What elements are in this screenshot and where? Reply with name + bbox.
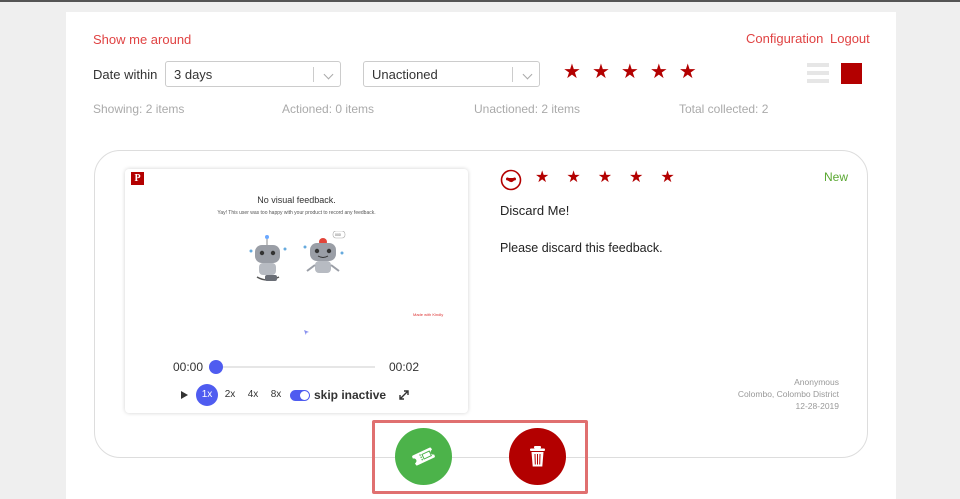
date-within-label: Date within bbox=[93, 67, 158, 82]
current-time: 00:00 bbox=[173, 360, 204, 374]
mark-actioned-button[interactable] bbox=[395, 428, 452, 485]
player-watermark: Made with Kindly bbox=[413, 312, 444, 317]
date-range-select[interactable]: 3 days bbox=[165, 61, 341, 87]
total-time: 00:02 bbox=[389, 360, 420, 374]
status-select[interactable]: Unactioned bbox=[363, 61, 540, 87]
star-icon[interactable]: ★ bbox=[679, 62, 697, 82]
feedback-title: Discard Me! bbox=[500, 203, 570, 218]
select-divider bbox=[512, 67, 513, 82]
star-icon[interactable]: ★ bbox=[621, 62, 639, 82]
delete-feedback-button[interactable] bbox=[509, 428, 566, 485]
actioned-count: Actioned: 0 items bbox=[282, 102, 375, 116]
trash-icon bbox=[530, 446, 545, 467]
robot-right: 000 bbox=[303, 231, 346, 273]
sentiment-face-icon bbox=[500, 169, 522, 191]
fullscreen-icon[interactable] bbox=[398, 389, 410, 401]
total-collected-count: Total collected: 2 bbox=[679, 102, 769, 116]
star-icon: ★ bbox=[597, 169, 613, 186]
chevron-down-icon bbox=[323, 69, 334, 80]
play-icon[interactable] bbox=[181, 391, 188, 399]
status-value: Unactioned bbox=[372, 67, 438, 82]
feedback-message: Please discard this feedback. bbox=[500, 241, 663, 255]
configuration-link[interactable]: Configuration bbox=[746, 31, 823, 46]
ticket-icon bbox=[411, 447, 436, 466]
robots-illustration: 000 bbox=[249, 231, 346, 281]
feedback-card: P No visual feedback. Yay! This user was… bbox=[94, 150, 868, 458]
speed-8x-button[interactable]: 8x bbox=[265, 384, 287, 406]
app-logo: P bbox=[131, 172, 144, 185]
star-icon: ★ bbox=[660, 169, 675, 186]
speed-4x-button[interactable]: 4x bbox=[242, 384, 264, 406]
showing-count: Showing: 2 items bbox=[93, 102, 185, 116]
speed-1x-button[interactable]: 1x bbox=[196, 384, 218, 406]
chevron-down-icon bbox=[522, 69, 533, 80]
show-me-around-link[interactable]: Show me around bbox=[93, 32, 191, 47]
grid-view-button[interactable] bbox=[841, 63, 862, 84]
progress-track[interactable] bbox=[215, 366, 375, 368]
session-player: P No visual feedback. Yay! This user was… bbox=[125, 169, 468, 413]
player-controls: 1x 2x 4x 8x skip inactive bbox=[181, 383, 410, 407]
status-badge: New bbox=[824, 170, 849, 184]
unactioned-count: Unactioned: 2 items bbox=[474, 102, 581, 116]
list-view-icon[interactable] bbox=[807, 63, 829, 85]
select-divider bbox=[313, 67, 314, 82]
feedback-user: Anonymous bbox=[794, 377, 839, 387]
player-subtitle: Yay! This user was too happy with your p… bbox=[217, 210, 376, 216]
star-icon[interactable]: ★ bbox=[592, 62, 610, 82]
rating-filter: ★ ★ ★ ★ ★ bbox=[563, 62, 697, 82]
svg-text:000: 000 bbox=[335, 233, 341, 237]
feedback-date: 12-28-2019 bbox=[795, 401, 839, 411]
star-icon: ★ bbox=[566, 169, 581, 186]
speed-2x-button[interactable]: 2x bbox=[219, 384, 241, 406]
player-title: No visual feedback. bbox=[257, 195, 336, 205]
skip-inactive-label: skip inactive bbox=[314, 388, 387, 402]
feedback-location: Colombo, Colombo District bbox=[737, 389, 839, 399]
robot-left bbox=[249, 235, 287, 281]
date-range-value: 3 days bbox=[174, 67, 213, 82]
logout-link[interactable]: Logout bbox=[830, 31, 870, 46]
star-icon: ★ bbox=[629, 169, 644, 186]
cursor-icon bbox=[304, 330, 309, 335]
star-icon: ★ bbox=[535, 169, 550, 186]
feedback-rating: ★ ★ ★ ★ ★ bbox=[535, 169, 675, 187]
skip-inactive-toggle[interactable] bbox=[290, 389, 310, 401]
top-border bbox=[0, 0, 960, 2]
star-icon[interactable]: ★ bbox=[650, 62, 668, 82]
progress-handle[interactable] bbox=[209, 360, 223, 374]
star-icon[interactable]: ★ bbox=[563, 62, 581, 82]
